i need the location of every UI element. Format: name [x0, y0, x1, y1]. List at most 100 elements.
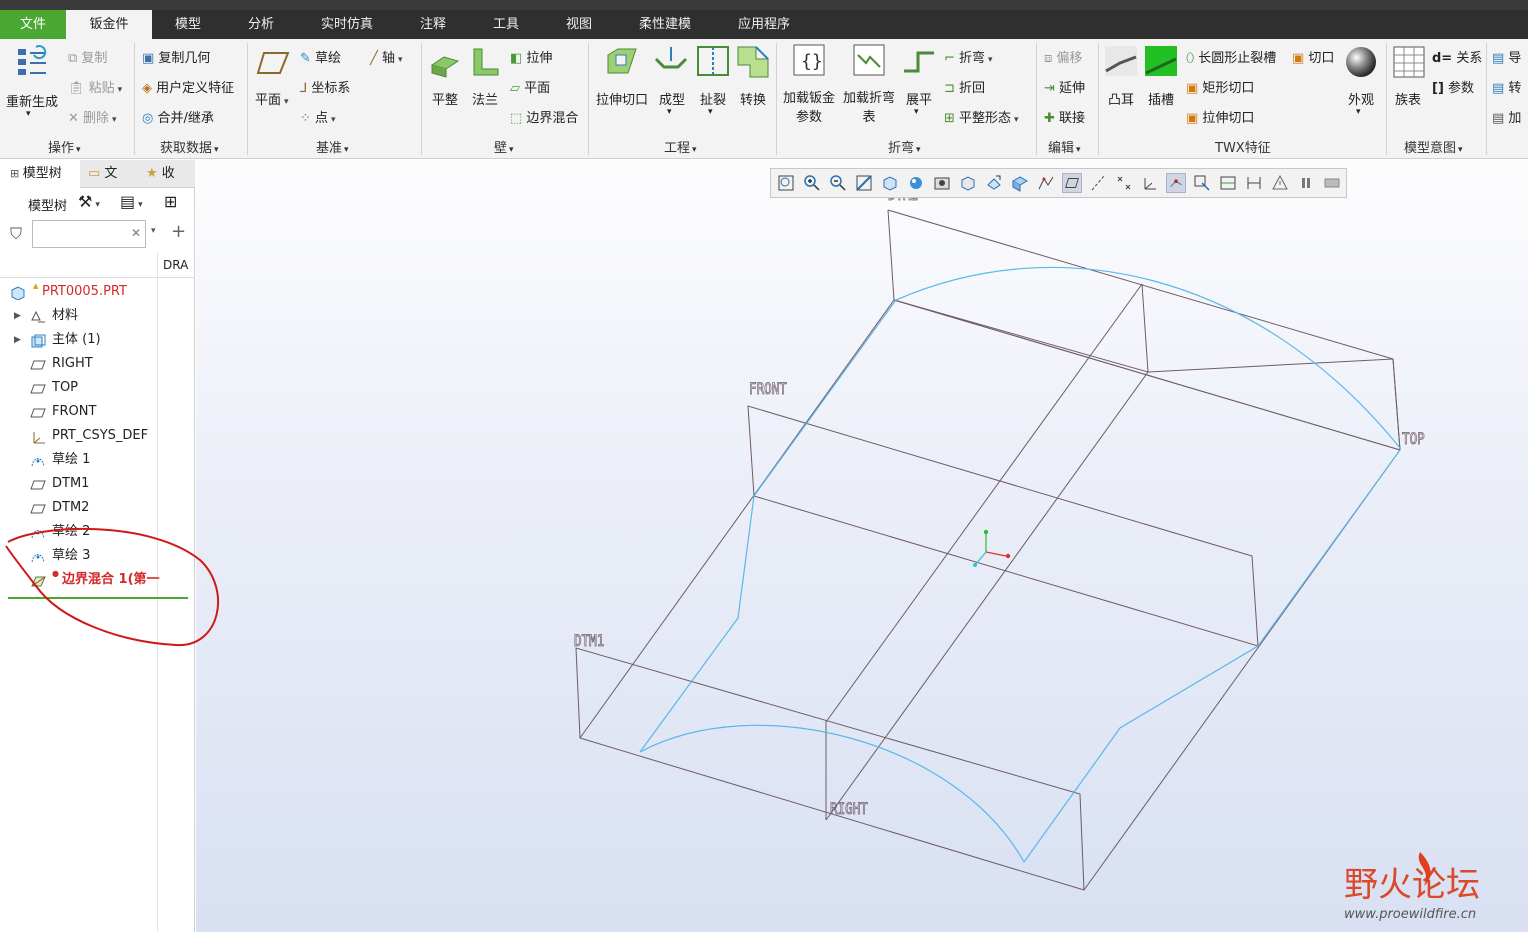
group-label-engineering[interactable]: 工程 ▾ [664, 137, 697, 156]
udf-button[interactable]: ◈ 用户定义特征 [142, 77, 234, 96]
notch-button[interactable]: ▣ 切口 [1292, 47, 1334, 66]
planar-button[interactable]: ▱ 平面 [510, 77, 550, 96]
tree-item[interactable]: PRT_CSYS_DEF [0, 424, 160, 448]
join-button[interactable]: ✚ 联接 [1044, 107, 1085, 126]
orient-mode-icon[interactable] [1192, 173, 1212, 193]
export-button[interactable]: ▤ 导 [1492, 47, 1521, 66]
clear-search-icon[interactable]: ✕ [131, 226, 141, 240]
tree-view-dropdown[interactable]: 模型树 [28, 195, 67, 214]
flat-state-button[interactable]: ⊞ 平整形态 ▾ [944, 107, 1019, 126]
saved-orientations-icon[interactable] [932, 173, 952, 193]
tree-columns-button[interactable]: ▤ ▾ [120, 192, 143, 211]
dimensions-icon[interactable] [1244, 173, 1264, 193]
expand-icon[interactable]: ▶ [14, 304, 21, 328]
load-sheetmetal-params-button[interactable]: 加载钣金 参数 [783, 89, 835, 127]
slot-button[interactable]: 插槽 [1148, 89, 1174, 108]
zoom-out-icon[interactable] [828, 173, 848, 193]
tab-file[interactable]: 文件 [0, 10, 66, 39]
unbend-button[interactable]: 展平 [906, 89, 932, 108]
filter-dropdown-icon[interactable]: ▾ [151, 226, 156, 236]
group-label-operations[interactable]: 操作 ▾ [48, 137, 81, 156]
tree-item[interactable]: FRONT [0, 400, 160, 424]
warning-icon[interactable] [1270, 173, 1290, 193]
sketch-button[interactable]: ✎ 草绘 [300, 47, 341, 66]
family-table-button[interactable]: 族表 [1395, 89, 1421, 108]
tree-item[interactable]: ▶ 主体 (1) [0, 328, 160, 352]
offset-button[interactable]: ⧈ 偏移 [1044, 47, 1082, 66]
point-button[interactable]: ⁘ 点 ▾ [300, 107, 336, 126]
tree-item[interactable]: ▶ 材料 [0, 304, 160, 328]
expand-icon[interactable]: ▶ [14, 328, 21, 352]
tab-view[interactable]: 视图 [542, 10, 616, 39]
load-bend-table-button[interactable]: 加载折弯表 [843, 89, 895, 127]
tab-folder-browser[interactable]: ▭ 文 [84, 160, 138, 188]
perspective-icon[interactable] [984, 173, 1004, 193]
tab-favorites[interactable]: ★ 收 [142, 160, 194, 188]
parameters-button[interactable]: [] 参数 [1432, 77, 1474, 96]
zoom-in-icon[interactable] [802, 173, 822, 193]
tab-model-tree[interactable]: ⊞ 模型树 [0, 160, 80, 188]
group-label-model-intent[interactable]: 模型意图 ▾ [1404, 137, 1463, 156]
tab-model[interactable]: 模型 [152, 10, 224, 39]
regenerate-view-icon[interactable] [1322, 173, 1342, 193]
convert-overflow-button[interactable]: ▤ 转 [1492, 77, 1521, 96]
bend-back-button[interactable]: ⊐ 折回 [944, 77, 985, 96]
view-manager-icon[interactable] [958, 173, 978, 193]
tab-live-simulation[interactable]: 实时仿真 [298, 10, 396, 39]
boundary-blend-button[interactable]: ⬚ 边界混合 [510, 107, 578, 126]
point-display-icon[interactable] [1114, 173, 1134, 193]
extrude-cut-button[interactable]: 拉伸切口 [596, 89, 648, 108]
twx-extrude-cut-button[interactable]: ▣ 拉伸切口 [1186, 107, 1254, 126]
form-button[interactable]: 成型 [659, 89, 685, 108]
rip-button[interactable]: 扯裂 [700, 89, 726, 108]
group-label-get-data[interactable]: 获取数据 ▾ [160, 137, 219, 156]
relations-button[interactable]: d= 关系 [1432, 47, 1482, 66]
copy-geometry-button[interactable]: ▣ 复制几何 [142, 47, 210, 66]
group-label-wall[interactable]: 壁 ▾ [494, 137, 514, 156]
rip-dropdown[interactable]: ▾ [708, 107, 713, 117]
add-filter-icon[interactable]: + [171, 221, 186, 242]
tab-analysis[interactable]: 分析 [224, 10, 298, 39]
tree-item[interactable]: DTM1 [0, 472, 160, 496]
appearance-dropdown[interactable]: ▾ [1356, 107, 1361, 117]
spin-center-icon[interactable] [1166, 173, 1186, 193]
axis-display-icon[interactable] [1088, 173, 1108, 193]
tab-sheetmetal[interactable]: 钣金件 [66, 10, 152, 39]
unbend-dropdown[interactable]: ▾ [914, 107, 919, 117]
plane-display-icon[interactable] [1062, 173, 1082, 193]
graphics-window[interactable]: DTM2 FRONT TOP DTM1 RIGHT [196, 160, 1528, 932]
tree-item[interactable]: ▲ PRT0005.PRT [0, 280, 160, 304]
lug-button[interactable]: 凸耳 [1108, 89, 1134, 108]
repaint-icon[interactable] [854, 173, 874, 193]
rect-cut-button[interactable]: ▣ 矩形切口 [1186, 77, 1254, 96]
copy-button[interactable]: ⧉ 复制 [68, 47, 107, 66]
paste-button[interactable]: 📋︎ 粘贴 ▾ [68, 77, 122, 96]
extrude-button[interactable]: ◧ 拉伸 [510, 47, 552, 66]
csys-display-icon[interactable] [1140, 173, 1160, 193]
group-label-editing[interactable]: 编辑 ▾ [1048, 137, 1081, 156]
delete-button[interactable]: ✕ 删除 ▾ [68, 107, 117, 126]
regenerate-dropdown[interactable]: ▾ [26, 109, 31, 119]
obround-relief-button[interactable]: ⬯ 长圆形止裂槽 [1186, 47, 1276, 66]
tab-applications[interactable]: 应用程序 [714, 10, 814, 39]
extend-button[interactable]: ⇥ 延伸 [1044, 77, 1085, 96]
group-label-bends[interactable]: 折弯 ▾ [888, 137, 921, 156]
tree-filter-button[interactable]: ⊞ [164, 192, 177, 211]
form-dropdown[interactable]: ▾ [667, 107, 672, 117]
shading-icon[interactable] [880, 173, 900, 193]
regenerate-button[interactable]: 重新生成 [6, 91, 58, 110]
tree-settings-button[interactable]: ⚒ ▾ [78, 192, 100, 211]
tree-search-input[interactable] [32, 220, 146, 248]
appearance-button[interactable]: 外观 [1348, 89, 1374, 108]
section-icon[interactable] [1010, 173, 1030, 193]
convert-button[interactable]: 转换 [740, 89, 766, 108]
tree-item[interactable]: RIGHT [0, 352, 160, 376]
tab-flexible-modeling[interactable]: 柔性建模 [616, 10, 714, 39]
tree-item[interactable]: 草绘 1 [0, 448, 160, 472]
display-style-icon[interactable] [1218, 173, 1238, 193]
add-overflow-button[interactable]: ▤ 加 [1492, 107, 1521, 126]
csys-button[interactable]: ⅃ 坐标系 [300, 77, 350, 96]
tab-tools[interactable]: 工具 [470, 10, 542, 39]
bend-button[interactable]: ⌐ 折弯 ▾ [944, 47, 993, 66]
tree-item[interactable]: TOP [0, 376, 160, 400]
